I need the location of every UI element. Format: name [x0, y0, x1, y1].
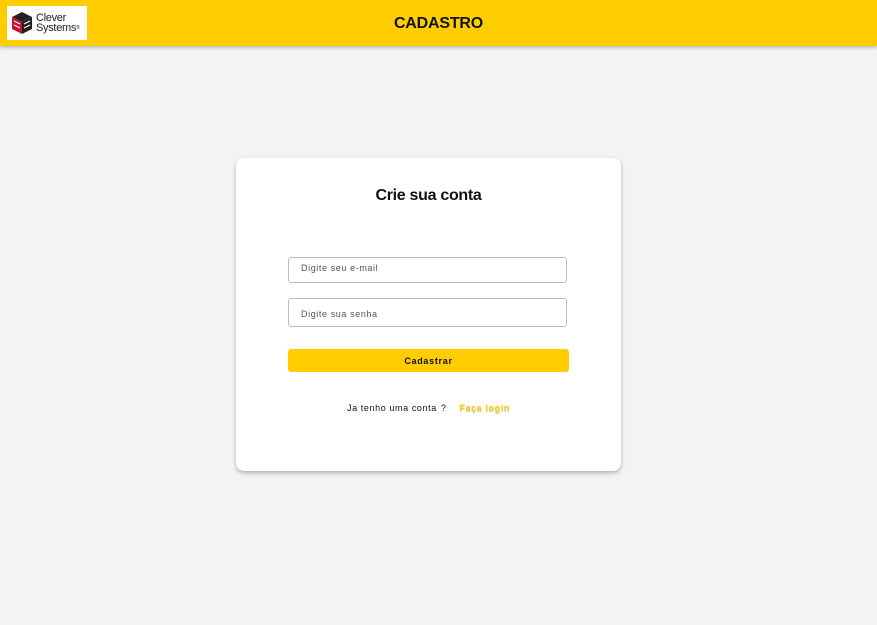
login-link[interactable]: Faça login — [459, 403, 510, 413]
page-title: CADASTRO — [393, 15, 484, 32]
password-input[interactable] — [289, 299, 566, 326]
card-title: Crie sua conta — [375, 187, 482, 204]
login-prompt-question: ? — [440, 403, 447, 413]
password-field — [288, 298, 567, 327]
email-input[interactable] — [289, 258, 566, 282]
signup-card: Crie sua conta Cadastrar Ja tenho uma co… — [236, 158, 621, 471]
cadastrar-button[interactable]: Cadastrar — [288, 349, 569, 372]
login-prompt-row: Ja tenho uma conta ? Faça login — [236, 403, 621, 413]
email-field — [288, 257, 567, 283]
top-bar: Clever Systems® CADASTRO — [0, 0, 877, 46]
login-prompt-text: Ja tenho uma conta — [347, 403, 437, 413]
